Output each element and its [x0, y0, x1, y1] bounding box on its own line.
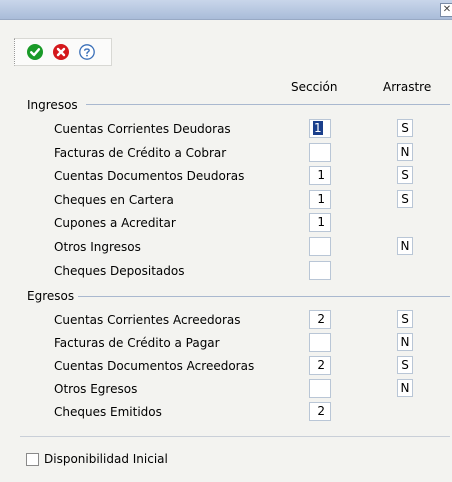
seccion-input[interactable]: [309, 261, 331, 280]
arrastre-input[interactable]: S: [397, 166, 413, 184]
row-label: Cuentas Corrientes Acreedoras: [54, 313, 241, 327]
seccion-input[interactable]: 1: [309, 213, 331, 232]
arrastre-input[interactable]: N: [397, 333, 413, 351]
arrastre-input[interactable]: S: [397, 119, 413, 137]
arrastre-input[interactable]: S: [397, 190, 413, 208]
group-ingresos-line: [86, 104, 450, 105]
group-ingresos-title: Ingresos: [27, 98, 78, 112]
group-egresos-line: [78, 296, 450, 297]
seccion-input[interactable]: [309, 143, 331, 162]
row-label: Cuentas Documentos Acreedoras: [54, 359, 255, 373]
seccion-input[interactable]: [309, 333, 331, 352]
row-label: Cupones a Acreditar: [54, 216, 176, 230]
accept-button[interactable]: [27, 44, 43, 60]
arrastre-input[interactable]: S: [397, 356, 413, 374]
seccion-input[interactable]: 2: [309, 310, 331, 329]
arrastre-input[interactable]: N: [397, 379, 413, 397]
help-button[interactable]: [79, 44, 95, 60]
row-label: Facturas de Crédito a Cobrar: [54, 146, 227, 160]
seccion-input[interactable]: 1: [309, 166, 331, 185]
arrastre-input[interactable]: S: [397, 310, 413, 328]
row-label: Cheques Depositados: [54, 264, 185, 278]
row-label: Cheques en Cartera: [54, 193, 174, 207]
seccion-input[interactable]: [309, 237, 331, 256]
row-label: Cheques Emitidos: [54, 405, 162, 419]
arrastre-input[interactable]: N: [397, 143, 413, 161]
seccion-input[interactable]: 2: [309, 356, 331, 375]
row-label: Otros Ingresos: [54, 240, 141, 254]
column-header-arrastre: Arrastre: [383, 80, 432, 94]
disponibilidad-inicial-checkbox[interactable]: [26, 453, 39, 466]
column-header-seccion: Sección: [291, 80, 338, 94]
disponibilidad-inicial-label: Disponibilidad Inicial: [44, 452, 168, 466]
x-icon: [53, 44, 69, 60]
check-icon: [27, 44, 43, 60]
row-label: Cuentas Documentos Deudoras: [54, 169, 245, 183]
seccion-input[interactable]: 2: [309, 402, 331, 421]
seccion-input[interactable]: [309, 379, 331, 398]
seccion-input[interactable]: 1: [309, 119, 331, 138]
close-icon[interactable]: ✕: [440, 3, 452, 17]
title-bar: ✕: [0, 0, 452, 20]
cancel-button[interactable]: [53, 44, 69, 60]
question-icon: [79, 44, 95, 60]
group-egresos-title: Egresos: [27, 289, 75, 303]
seccion-input[interactable]: 1: [309, 190, 331, 209]
row-label: Facturas de Crédito a Pagar: [54, 336, 220, 350]
arrastre-input[interactable]: N: [397, 237, 413, 255]
row-label: Otros Egresos: [54, 382, 138, 396]
footer-separator: [20, 436, 450, 437]
row-label: Cuentas Corrientes Deudoras: [54, 122, 231, 136]
toolbar: [14, 38, 112, 66]
